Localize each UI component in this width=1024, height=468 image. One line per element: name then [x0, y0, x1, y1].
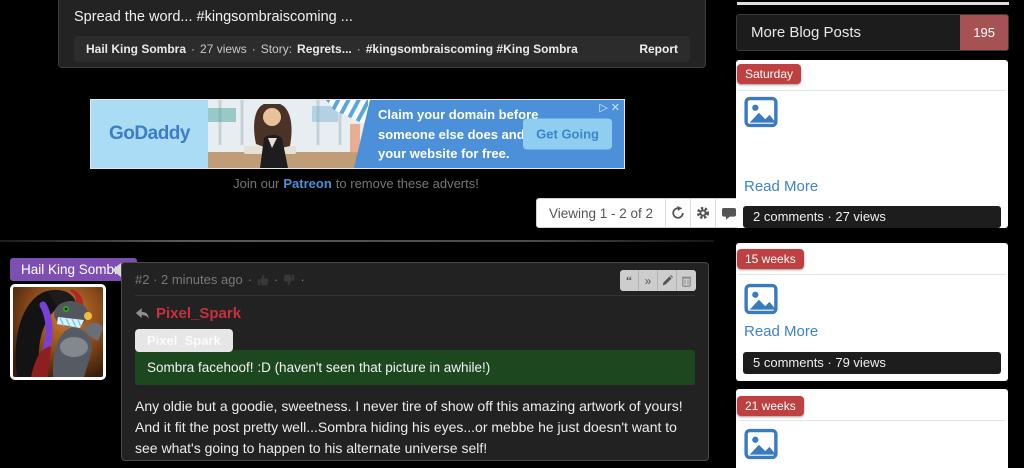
blog-post-count-badge: 195	[960, 15, 1008, 50]
sidebar-header: More Blog Posts 195	[736, 14, 1009, 51]
sombra-avatar-art	[13, 287, 103, 377]
edit-button[interactable]	[658, 270, 677, 291]
blog-post-card[interactable]: 21 weeks	[736, 389, 1008, 468]
blog-post-tags[interactable]: #kingsombraiscoming #King Sombra	[366, 42, 578, 56]
separator: ·	[248, 272, 252, 287]
patreon-link[interactable]: Patreon	[283, 176, 331, 191]
blog-post-views: 27 views	[200, 42, 247, 56]
report-button[interactable]: Report	[639, 42, 678, 56]
delete-button[interactable]	[677, 270, 696, 291]
sidebar-title: More Blog Posts	[737, 24, 861, 41]
story-link[interactable]: Regrets...	[297, 42, 352, 56]
ad-close-icon[interactable]: ✕	[611, 101, 620, 114]
separator: ·	[300, 272, 304, 287]
post-date-badge: 15 weeks	[737, 249, 804, 269]
ad-photo	[208, 100, 368, 168]
blog-post-card[interactable]: Saturday Read More 2 comments · 27 views	[736, 60, 1008, 228]
patreon-prefix: Join our	[233, 176, 279, 191]
comment-panel: #2 · 2 minutes ago · · · “ »	[121, 262, 709, 461]
section-divider	[0, 240, 714, 242]
post-stats: 2 comments · 27 views	[743, 206, 1001, 228]
read-more-link[interactable]: Read More	[744, 178, 818, 195]
post-date-badge: Saturday	[737, 64, 801, 84]
image-placeholder-icon	[744, 428, 778, 460]
card-divider	[739, 274, 1005, 275]
ad-cta-button[interactable]: Get Going	[523, 119, 612, 150]
trash-icon	[681, 275, 692, 287]
card-divider	[739, 420, 1005, 421]
comment-author-avatar[interactable]	[10, 284, 106, 380]
image-placeholder-icon	[744, 283, 778, 315]
blog-post-meta-bar: Hail King Sombra · 27 views · Story: Reg…	[74, 36, 690, 62]
post-stats: 5 comments · 79 views	[743, 352, 1001, 374]
image-placeholder-icon	[744, 96, 778, 128]
comment-body: Any oldie but a goodie, sweetness. I nev…	[135, 396, 695, 459]
separator: ·	[252, 42, 256, 56]
story-label: Story:	[261, 42, 292, 56]
refresh-button[interactable]	[666, 199, 691, 227]
comment-action-group: “ »	[620, 270, 696, 291]
separator: ·	[357, 42, 361, 56]
comment-bubble-icon	[722, 207, 736, 220]
thumbs-up-icon[interactable]	[257, 274, 269, 286]
expand-button[interactable]: »	[639, 270, 658, 291]
thumbs-down-icon[interactable]	[283, 274, 295, 286]
reply-line: Pixel_Spark	[135, 305, 695, 322]
comments-toolbar: Viewing 1 - 2 of 2	[536, 198, 742, 228]
quote-block: Pixel_Spark Sombra facehoof! :D (haven't…	[135, 329, 695, 385]
quote-author-tab[interactable]: Pixel_Spark	[135, 329, 233, 352]
comment-tail-pointer	[112, 263, 121, 277]
patreon-notice: Join our Patreon to remove these adverts!	[0, 176, 712, 191]
ad-message-panel: Claim your domain before someone else do…	[354, 100, 624, 168]
blog-post-title: Spread the word... #kingsombraiscoming .…	[74, 9, 690, 25]
godaddy-logo: GoDaddy	[109, 123, 190, 145]
comment-header: #2 · 2 minutes ago · · ·	[135, 272, 695, 296]
blog-post-card[interactable]: 15 weeks Read More 5 comments · 79 views	[736, 243, 1008, 381]
separator: ·	[274, 272, 278, 287]
settings-button[interactable]	[691, 199, 716, 227]
patreon-suffix: to remove these adverts!	[336, 176, 479, 191]
post-date-badge: 21 weeks	[737, 396, 804, 416]
quote-button[interactable]: “	[620, 270, 639, 291]
gear-icon	[696, 206, 710, 220]
ad-banner[interactable]: GoDaddy Claim your dom	[90, 99, 625, 169]
read-more-link[interactable]: Read More	[744, 323, 818, 340]
blog-post-author[interactable]: Hail King Sombra	[86, 42, 186, 56]
ad-choices: ▷ ✕	[599, 101, 620, 114]
card-divider	[739, 90, 1005, 91]
blog-post-snippet: Spread the word... #kingsombraiscoming .…	[58, 0, 706, 68]
ad-brand-panel: GoDaddy	[91, 100, 208, 168]
pencil-icon	[662, 275, 673, 286]
reply-to-user[interactable]: Pixel_Spark	[156, 305, 241, 322]
reply-arrow-icon	[135, 307, 150, 320]
separator: ·	[191, 42, 195, 56]
adchoices-icon[interactable]: ▷	[599, 101, 607, 114]
sidebar-top-divider	[737, 2, 1009, 5]
viewing-count: Viewing 1 - 2 of 2	[537, 199, 666, 227]
refresh-icon	[671, 206, 685, 220]
comment-meta: #2 · 2 minutes ago	[135, 272, 243, 287]
quote-text: Sombra facehoof! :D (haven't seen that p…	[135, 350, 695, 385]
